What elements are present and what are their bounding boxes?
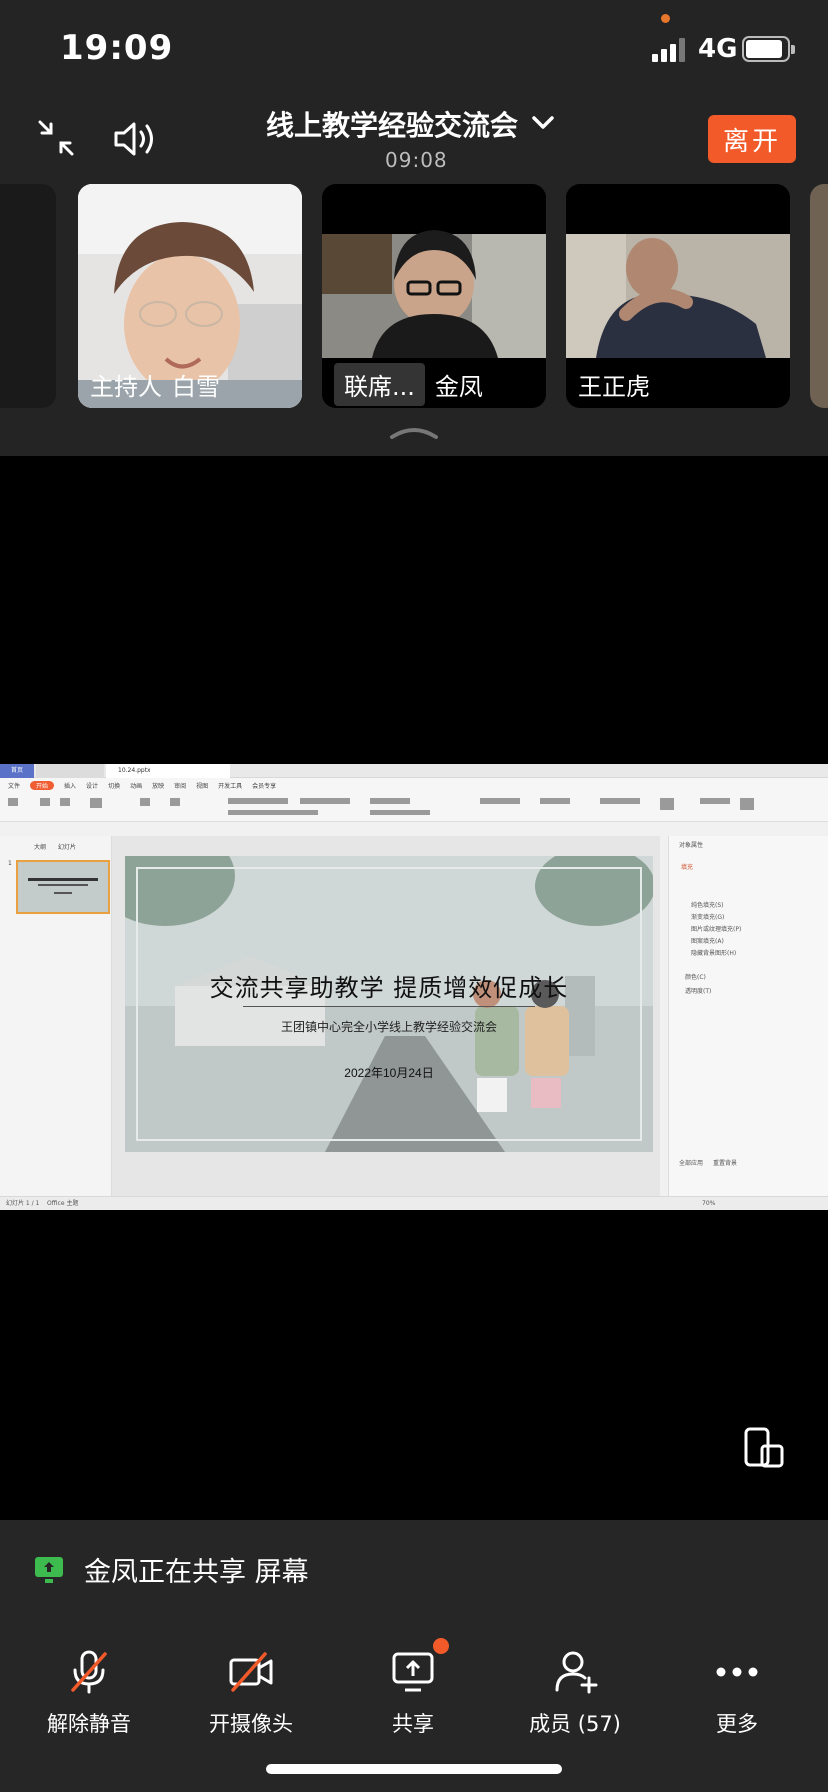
unmute-label: 解除静音 (47, 1712, 131, 1736)
share-notice: 金凤正在共享 屏幕 (34, 1550, 309, 1589)
ribbon-icons (8, 798, 754, 815)
wps-menu-item: 视图 (196, 782, 209, 790)
wps-menu-item: 放映 (152, 782, 165, 790)
chevron-down-icon[interactable] (528, 108, 558, 138)
meeting-title[interactable]: 线上教学经验交流会 (266, 104, 518, 144)
wps-menu-item: 开始 (30, 780, 55, 790)
fill-option: 渐变填充(G) (691, 914, 725, 921)
slide-thumbnail (16, 860, 110, 914)
slide-canvas: 交流共享助教学 提质增效促成长 王团镇中心完全小学线上教学经验交流会 2022年… (112, 836, 660, 1196)
transparency-label: 透明度(T) (685, 988, 712, 995)
apply-all-button: 全部应用 (679, 1160, 704, 1167)
participant-tile-partial[interactable] (810, 184, 828, 408)
thumb-number: 1 (8, 860, 12, 867)
members-label: 成员 (57) (529, 1712, 621, 1736)
unmute-button[interactable]: 解除静音 (14, 1648, 164, 1738)
slide-background-art (125, 856, 653, 1152)
participant-name-label: 王正虎 (566, 360, 790, 408)
more-label: 更多 (716, 1712, 758, 1736)
home-indicator[interactable] (266, 1764, 562, 1774)
camera-off-icon (229, 1652, 273, 1692)
privacy-indicator (661, 14, 670, 23)
shared-screen[interactable]: 首页 10.24.pptx 文件 开始 插入 设计 切换 动画 放映 审阅 视图… (0, 764, 828, 1210)
share-button[interactable]: 共享 (338, 1648, 488, 1738)
participant-name-label: 主持人 白雪 (78, 360, 302, 408)
outline-tab: 大纲 (34, 844, 47, 851)
participant-tile[interactable]: 联席... 金凤 (322, 184, 546, 408)
participant-tile-partial[interactable] (0, 184, 56, 408)
wps-menu-item: 设计 (86, 782, 99, 790)
participant-name: 金凤 (434, 372, 483, 401)
wps-app-tab (36, 764, 104, 778)
share-notice-text: 金凤正在共享 屏幕 (84, 1557, 309, 1588)
color-label: 颜色(C) (685, 974, 706, 981)
panel-title: 对象属性 (679, 842, 704, 849)
slide: 交流共享助教学 提质增效促成长 王团镇中心完全小学线上教学经验交流会 2022年… (125, 856, 653, 1152)
reset-background-button: 重置背景 (713, 1160, 738, 1167)
meeting-header: 19:09 4G 线上教学经验交流会 09:08 离开 主持人 白雪 联席...… (0, 0, 828, 456)
participant-name: 白雪 (172, 372, 220, 401)
rotate-screen-icon[interactable] (742, 1426, 786, 1470)
camera-label: 开摄像头 (209, 1712, 293, 1736)
wps-tab-bar: 首页 10.24.pptx (0, 764, 828, 778)
slide-thumbnail-panel: 大纲 幻灯片 1 (0, 836, 112, 1196)
screen-share-icon (34, 1555, 64, 1585)
participant-name-label: 联席... 金凤 (322, 360, 546, 408)
members-button[interactable]: 成员 (57) (500, 1648, 650, 1738)
fill-option: 纯色填充(S) (691, 902, 724, 909)
control-bar: 解除静音 开摄像头 共享 成员 (57) 更多 (0, 1648, 828, 1748)
battery-icon (742, 36, 795, 62)
wps-menu-item: 文件 (8, 782, 21, 790)
wps-menu-item: 插入 (64, 782, 77, 790)
add-member-icon (555, 1651, 598, 1694)
speaker-icon[interactable] (112, 118, 160, 160)
network-type: 4G (698, 34, 738, 64)
object-properties-panel: 对象属性 填充 纯色填充(S) 渐变填充(G) 图片或纹理填充(P) 图案填充(… (668, 836, 828, 1196)
more-button[interactable]: 更多 (662, 1648, 812, 1738)
more-icon (716, 1667, 758, 1677)
wps-home-tab: 首页 (0, 764, 34, 778)
slide-subtitle: 王团镇中心完全小学线上教学经验交流会 (280, 1020, 497, 1034)
wps-menu-item: 审阅 (174, 782, 187, 790)
participant-tile[interactable]: 主持人 白雪 (78, 184, 302, 408)
theme-name: Office 主题 (47, 1200, 79, 1207)
meeting-controls-area: 金凤正在共享 屏幕 解除静音 开摄像头 共享 成员 (57) 更多 (0, 1520, 828, 1792)
status-time: 19:09 (60, 28, 174, 68)
fill-option: 图片或纹理填充(P) (691, 926, 742, 933)
participant-name: 王正虎 (578, 372, 650, 401)
wps-menu-bar: 文件 开始 插入 设计 切换 动画 放映 审阅 视图 开发工具 会员专享 (0, 778, 828, 792)
wps-menu-item: 切换 (108, 782, 121, 790)
fill-option: 隐藏背景图形(H) (691, 950, 737, 957)
slide-panel-tabs: 大纲 幻灯片 (0, 836, 111, 851)
share-screen-icon (392, 1652, 434, 1692)
wps-menu-item: 开发工具 (218, 782, 243, 790)
wps-menu-item: 会员专享 (252, 782, 277, 790)
participant-tile[interactable]: 王正虎 (566, 184, 790, 408)
slide-thumbnail-art (18, 862, 108, 912)
slides-tab: 幻灯片 (58, 844, 77, 851)
wps-ribbon (0, 792, 828, 822)
signal-icon (652, 38, 688, 62)
wps-status-bar: 幻灯片 1 / 1 Office 主题 70% (0, 1196, 828, 1210)
minimize-icon[interactable] (36, 118, 76, 158)
wps-menu-item: 动画 (130, 782, 143, 790)
share-notification-dot (433, 1638, 449, 1654)
participant-role: 主持人 (90, 372, 162, 401)
slide-date: 2022年10月24日 (344, 1066, 434, 1080)
meeting-duration: 09:08 (385, 148, 448, 172)
mic-off-icon (71, 1650, 107, 1694)
share-label: 共享 (392, 1712, 434, 1736)
camera-button[interactable]: 开摄像头 (176, 1648, 326, 1738)
panel-fill-tab: 填充 (681, 864, 694, 871)
wps-doc-tab: 10.24.pptx (106, 764, 230, 778)
leave-button[interactable]: 离开 (708, 115, 796, 163)
slide-title: 交流共享助教学 提质增效促成长 (209, 974, 569, 1002)
zoom-level: 70% (702, 1200, 716, 1207)
participant-role: 联席... (334, 362, 425, 406)
slide-count: 幻灯片 1 / 1 (6, 1200, 40, 1207)
fill-option: 图案填充(A) (691, 938, 724, 945)
collapse-handle-icon[interactable] (388, 425, 440, 441)
